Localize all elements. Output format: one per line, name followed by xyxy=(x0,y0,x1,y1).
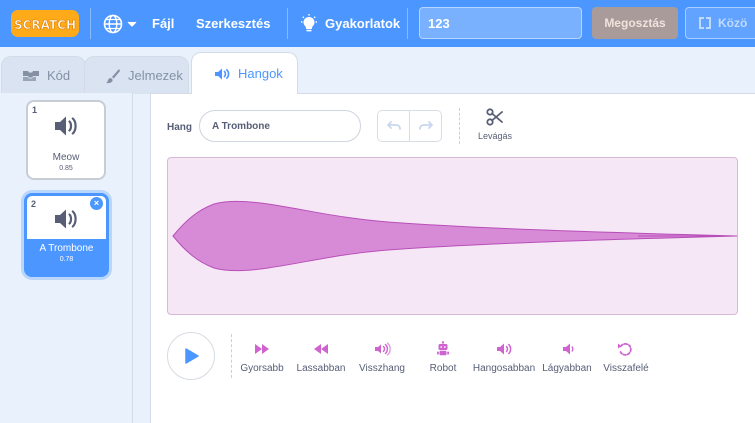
sound-item-duration: 0.85 xyxy=(59,165,73,172)
speaker-icon xyxy=(55,209,77,229)
effects-divider xyxy=(231,334,232,378)
effect-softer-label: Lágyabban xyxy=(542,363,592,374)
undo-button[interactable] xyxy=(377,110,410,142)
sound-name-label: Hang xyxy=(167,122,192,133)
tab-sounds[interactable]: Hangok xyxy=(191,52,298,94)
effect-faster-label: Gyorsabb xyxy=(240,363,284,374)
slower-icon xyxy=(314,344,328,354)
effect-echo-label: Visszhang xyxy=(359,363,405,374)
tab-code-label: Kód xyxy=(47,68,71,83)
file-menu[interactable]: Fájl xyxy=(152,0,174,47)
sound-item-name: Meow xyxy=(52,152,80,163)
tab-sounds-label: Hangok xyxy=(238,66,283,81)
menu-divider xyxy=(90,8,91,39)
menu-divider xyxy=(407,8,408,39)
trim-label: Levágás xyxy=(477,131,513,141)
louder-icon xyxy=(497,343,512,355)
effect-robot-button[interactable]: Robot xyxy=(423,341,463,374)
sound-item-name: A Trombone xyxy=(39,243,94,254)
scratch-logo-text: SCRATCH xyxy=(14,18,76,32)
effect-slower-label: Lassabban xyxy=(296,363,346,374)
community-label: Közö xyxy=(718,16,748,30)
tutorials-label: Gyakorlatok xyxy=(325,16,401,31)
effect-louder-label: Hangosabban xyxy=(472,363,536,374)
tutorials-menu[interactable]: Gyakorlatok xyxy=(300,0,400,47)
effect-reverse-button[interactable]: Visszafelé xyxy=(601,341,651,374)
robot-icon xyxy=(437,341,449,356)
sound-editor: Hang Levágás xyxy=(150,93,755,423)
sound-item-number: 1 xyxy=(32,105,38,115)
sound-item-number: 2 xyxy=(31,199,37,209)
speaker-icon xyxy=(55,116,77,136)
effect-echo-button[interactable]: Visszhang xyxy=(357,341,407,374)
menu-bar: SCRATCH Fájl Szerkesztés Gyakorlatok Meg… xyxy=(0,0,755,47)
redo-icon xyxy=(418,121,433,130)
waveform-container[interactable] xyxy=(167,157,738,315)
undo-icon xyxy=(386,121,401,130)
globe-icon xyxy=(103,14,123,33)
paintbrush-icon xyxy=(106,68,120,83)
toolbar-divider xyxy=(459,108,460,144)
scissors-icon xyxy=(486,108,503,126)
play-icon xyxy=(185,348,199,364)
code-icon xyxy=(23,70,39,81)
trim-button[interactable]: Levágás xyxy=(471,108,519,141)
tab-code[interactable]: Kód xyxy=(1,56,86,94)
effect-louder-button[interactable]: Hangosabban xyxy=(469,341,539,374)
effect-robot-label: Robot xyxy=(429,363,457,374)
redo-button[interactable] xyxy=(409,110,442,142)
sound-item-meow[interactable]: 1 Meow 0.85 xyxy=(26,100,106,180)
sound-list: 1 Meow 0.85 2 × A Trombone 0.78 xyxy=(0,93,133,423)
sound-waveform xyxy=(172,200,738,272)
share-button[interactable]: Megosztás xyxy=(592,7,678,39)
effect-reverse-label: Visszafelé xyxy=(603,363,649,374)
community-icon xyxy=(699,17,711,29)
softer-icon xyxy=(563,343,574,355)
effect-softer-button[interactable]: Lágyabban xyxy=(539,341,595,374)
scratch-logo[interactable]: SCRATCH xyxy=(11,10,79,37)
menu-divider xyxy=(287,8,288,39)
play-button[interactable] xyxy=(167,332,215,380)
tab-costumes-label: Jelmezek xyxy=(128,68,183,83)
language-menu[interactable] xyxy=(103,0,137,47)
effect-slower-button[interactable]: Lassabban xyxy=(295,341,347,374)
delete-sound-button[interactable]: × xyxy=(90,197,103,210)
sound-name-input[interactable] xyxy=(199,110,361,142)
effect-faster-button[interactable]: Gyorsabb xyxy=(239,341,285,374)
sound-item-trombone[interactable]: 2 × A Trombone 0.78 xyxy=(24,193,109,277)
project-title-input[interactable] xyxy=(419,7,582,39)
tab-costumes[interactable]: Jelmezek xyxy=(84,56,189,94)
lightbulb-icon xyxy=(301,13,317,31)
echo-icon xyxy=(375,342,391,356)
edit-menu[interactable]: Szerkesztés xyxy=(196,0,270,47)
chevron-down-icon xyxy=(127,21,137,27)
see-community-button[interactable]: Közö xyxy=(685,7,755,39)
faster-icon xyxy=(255,344,269,354)
sound-item-duration: 0.78 xyxy=(59,256,74,263)
speaker-icon xyxy=(215,68,230,79)
reverse-icon xyxy=(618,343,632,356)
